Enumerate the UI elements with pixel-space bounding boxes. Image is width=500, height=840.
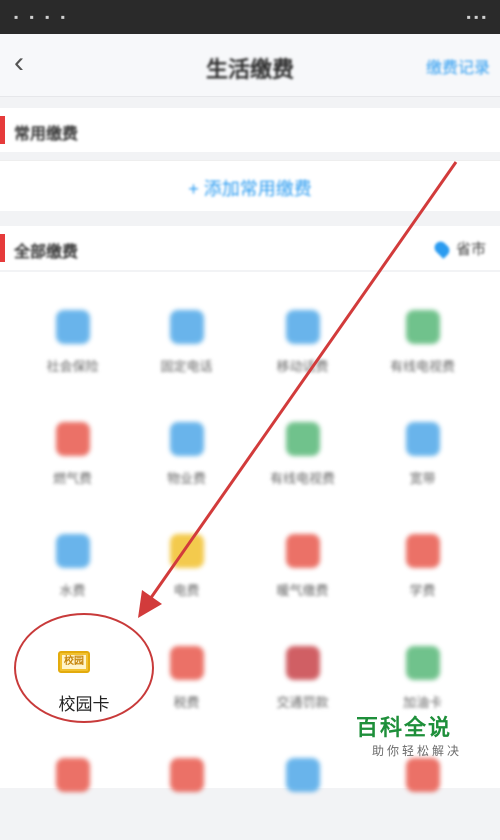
watermark: 百科全说 助你轻松解决: [356, 710, 486, 762]
watermark-title: 百科全说: [356, 715, 453, 740]
arrow-shaft: [146, 161, 458, 603]
watermark-subtitle: 助你轻松解决: [372, 744, 463, 758]
annotation-arrow: [138, 161, 458, 618]
arrow-head: [138, 590, 162, 618]
